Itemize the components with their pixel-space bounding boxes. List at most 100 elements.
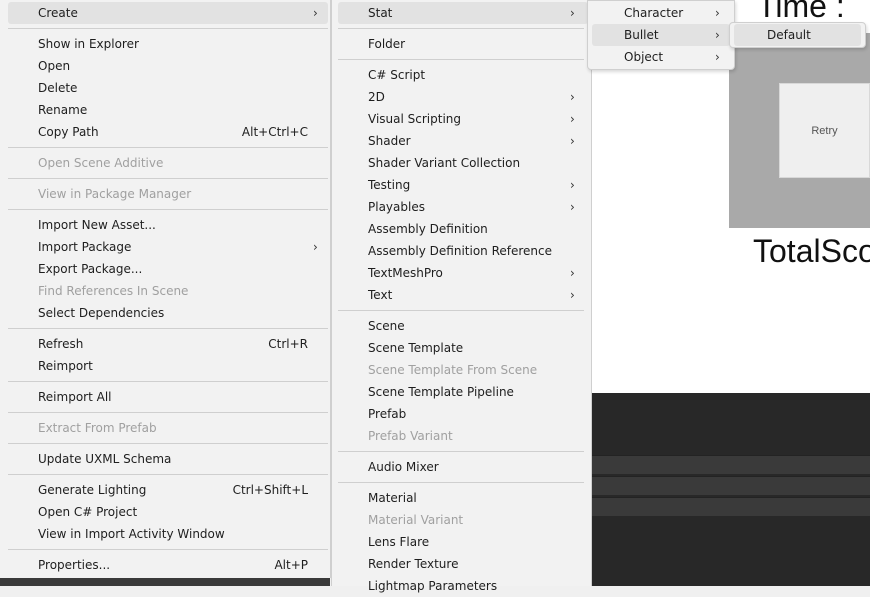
- menu-item-copy-path[interactable]: Copy Path Alt+Ctrl+C: [8, 121, 328, 143]
- menu-item-scene-template[interactable]: Scene Template: [338, 337, 588, 359]
- menu-item-reimport[interactable]: Reimport: [8, 355, 328, 377]
- stat-submenu: Character › Bullet › Object ›: [587, 0, 735, 70]
- divider: [338, 310, 584, 311]
- menu-item-label: Open C# Project: [38, 505, 138, 519]
- menu-item-select-dependencies[interactable]: Select Dependencies: [8, 302, 328, 324]
- menu-item-reimport-all[interactable]: Reimport All: [8, 386, 328, 408]
- divider: [8, 381, 328, 382]
- menu-item-rename[interactable]: Rename: [8, 99, 328, 121]
- menu-item-text[interactable]: Text ›: [338, 284, 588, 306]
- menu-item-prefab[interactable]: Prefab: [338, 403, 588, 425]
- menu-item-shortcut: Ctrl+R: [268, 337, 308, 351]
- menu-item-stat[interactable]: Stat ›: [338, 2, 588, 24]
- menu-item-label: Create: [38, 6, 78, 20]
- menu-item-scene[interactable]: Scene: [338, 315, 588, 337]
- menu-item-label: Folder: [368, 37, 406, 51]
- menu-item-2d[interactable]: 2D ›: [338, 86, 588, 108]
- menu-item-scene-template-pipeline[interactable]: Scene Template Pipeline: [338, 381, 588, 403]
- menu-item-scene-template-from-scene: Scene Template From Scene: [338, 359, 588, 381]
- chevron-right-icon: ›: [570, 134, 575, 148]
- menu-item-assembly-definition[interactable]: Assembly Definition: [338, 218, 588, 240]
- menu-item-csharp-script[interactable]: C# Script: [338, 64, 588, 86]
- menu-item-label: Text: [368, 288, 393, 302]
- menu-item-label: Scene Template Pipeline: [368, 385, 514, 399]
- menu-item-visual-scripting[interactable]: Visual Scripting ›: [338, 108, 588, 130]
- menu-item-lens-flare[interactable]: Lens Flare: [338, 531, 588, 553]
- menu-item-label: Lens Flare: [368, 535, 430, 549]
- total-score-label: TotalSco: [753, 233, 870, 269]
- menu-item-import-package[interactable]: Import Package ›: [8, 236, 328, 258]
- menu-item-bullet[interactable]: Bullet ›: [592, 24, 730, 46]
- menu-item-shader[interactable]: Shader ›: [338, 130, 588, 152]
- divider: [8, 412, 328, 413]
- menu-item-label: Audio Mixer: [368, 460, 439, 474]
- menu-item-label: Reimport All: [38, 390, 112, 404]
- menu-item-playables[interactable]: Playables ›: [338, 196, 588, 218]
- menu-item-view-import-activity[interactable]: View in Import Activity Window: [8, 523, 328, 545]
- divider: [8, 209, 328, 210]
- menu-item-label: Extract From Prefab: [38, 421, 157, 435]
- menu-item-label: Character: [624, 6, 684, 20]
- menu-item-shortcut: Ctrl+Shift+L: [232, 483, 308, 497]
- menu-item-generate-lighting[interactable]: Generate Lighting Ctrl+Shift+L: [8, 479, 328, 501]
- menu-item-assembly-definition-reference[interactable]: Assembly Definition Reference: [338, 240, 588, 262]
- menu-item-testing[interactable]: Testing ›: [338, 174, 588, 196]
- menu-item-export-package[interactable]: Export Package...: [8, 258, 328, 280]
- menu-item-label: Delete: [38, 81, 78, 95]
- menu-item-audio-mixer[interactable]: Audio Mixer: [338, 456, 588, 478]
- menu-item-label: Playables: [368, 200, 425, 214]
- menu-item-open-scene-additive: Open Scene Additive: [8, 152, 328, 174]
- menu-item-label: Find References In Scene: [38, 284, 189, 298]
- menu-item-extract-from-prefab: Extract From Prefab: [8, 417, 328, 439]
- chevron-right-icon: ›: [570, 288, 575, 302]
- chevron-right-icon: ›: [570, 112, 575, 126]
- chevron-right-icon: ›: [570, 90, 575, 104]
- menu-item-label: Import Package: [38, 240, 132, 254]
- chevron-right-icon: ›: [715, 6, 720, 20]
- menu-item-delete[interactable]: Delete: [8, 77, 328, 99]
- menu-item-import-new-asset[interactable]: Import New Asset...: [8, 214, 328, 236]
- menu-item-view-in-package-manager: View in Package Manager: [8, 183, 328, 205]
- chevron-right-icon: ›: [570, 266, 575, 280]
- menu-item-default[interactable]: Default: [734, 24, 861, 46]
- menu-item-label: Visual Scripting: [368, 112, 461, 126]
- divider: [8, 147, 328, 148]
- bottom-bar: [0, 578, 330, 586]
- context-menu: Create › Show in Explorer Open Delete Re…: [0, 0, 331, 578]
- menu-item-folder[interactable]: Folder: [338, 33, 588, 55]
- divider: [338, 59, 584, 60]
- menu-item-label: Reimport: [38, 359, 93, 373]
- menu-item-label: Select Dependencies: [38, 306, 165, 320]
- menu-item-textmeshpro[interactable]: TextMeshPro ›: [338, 262, 588, 284]
- menu-item-label: Prefab: [368, 407, 407, 421]
- menu-item-character[interactable]: Character ›: [592, 2, 730, 24]
- menu-item-label: Refresh: [38, 337, 84, 351]
- chevron-right-icon: ›: [313, 240, 318, 254]
- menu-item-label: Lightmap Parameters: [368, 579, 498, 593]
- menu-item-label: Properties...: [38, 558, 111, 572]
- menu-item-properties[interactable]: Properties... Alt+P: [8, 554, 328, 576]
- menu-item-create[interactable]: Create ›: [8, 2, 328, 24]
- divider: [8, 328, 328, 329]
- menu-item-refresh[interactable]: Refresh Ctrl+R: [8, 333, 328, 355]
- divider: [8, 28, 328, 29]
- menu-item-label: C# Script: [368, 68, 426, 82]
- menu-item-render-texture[interactable]: Render Texture: [338, 553, 588, 575]
- menu-item-material[interactable]: Material: [338, 487, 588, 509]
- menu-item-lightmap-parameters[interactable]: Lightmap Parameters: [338, 575, 588, 597]
- menu-item-open[interactable]: Open: [8, 55, 328, 77]
- menu-item-update-uxml-schema[interactable]: Update UXML Schema: [8, 448, 328, 470]
- menu-item-label: Testing: [368, 178, 411, 192]
- menu-item-label: Render Texture: [368, 557, 459, 571]
- menu-item-open-csharp-project[interactable]: Open C# Project: [8, 501, 328, 523]
- menu-item-label: Import New Asset...: [38, 218, 156, 232]
- menu-item-object[interactable]: Object ›: [592, 46, 730, 68]
- divider: [8, 549, 328, 550]
- chevron-right-icon: ›: [570, 178, 575, 192]
- menu-item-show-in-explorer[interactable]: Show in Explorer: [8, 33, 328, 55]
- chevron-right-icon: ›: [715, 28, 720, 42]
- panel-strip: [592, 476, 870, 495]
- retry-button[interactable]: Retry: [779, 83, 870, 178]
- menu-item-shader-variant-collection[interactable]: Shader Variant Collection: [338, 152, 588, 174]
- divider: [8, 178, 328, 179]
